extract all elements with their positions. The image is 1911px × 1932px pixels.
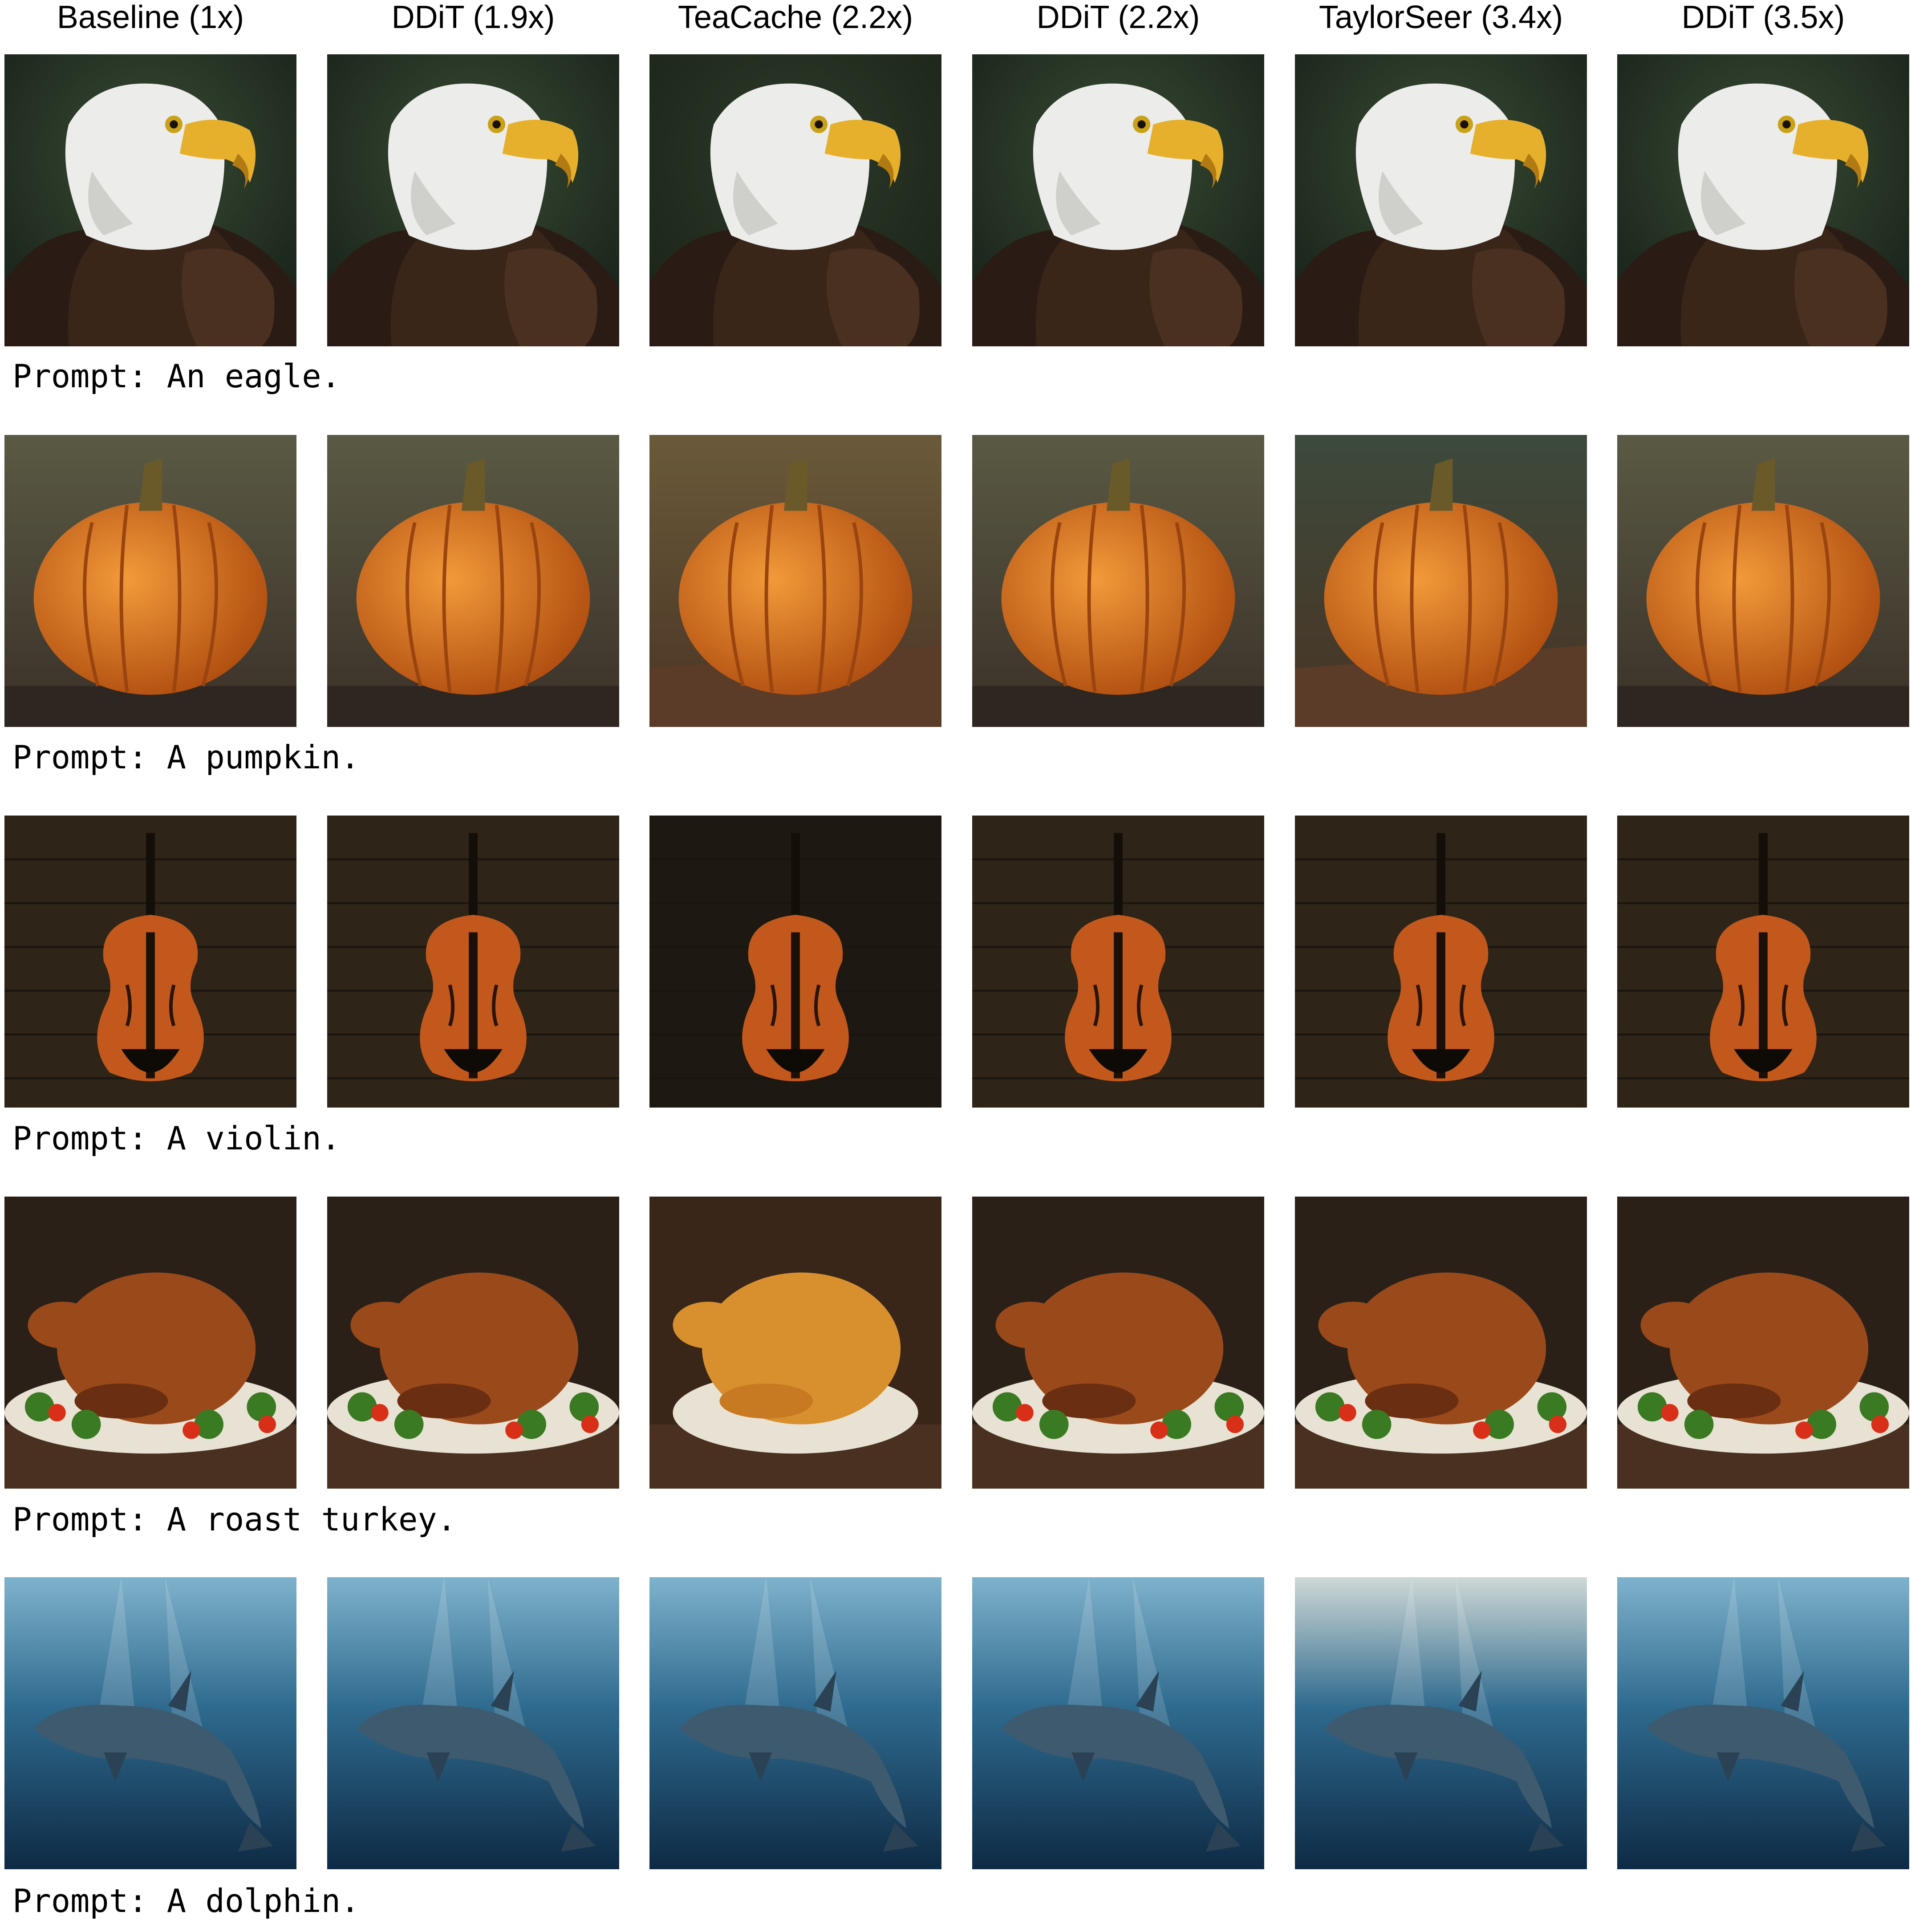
dolphin-image-ddit-1-9x — [327, 1577, 619, 1869]
pumpkin-image-teacache — [649, 435, 941, 727]
turkey-image-ddit-1-9x — [327, 1197, 619, 1489]
violin-image-taylorseer — [1295, 816, 1587, 1108]
turkey-image-ddit-2-2x — [972, 1197, 1264, 1489]
dolphin-image-ddit-2-2x — [972, 1577, 1264, 1869]
violin-image-baseline — [4, 816, 296, 1108]
turkey-image-ddit-3-5x — [1617, 1197, 1909, 1489]
eagle-image-taylorseer — [1295, 54, 1587, 346]
column-header-teacache: TeaCache (2.2x) — [678, 0, 913, 35]
dolphin-image-teacache — [649, 1577, 941, 1869]
pumpkin-image-ddit-1-9x — [327, 435, 619, 727]
turkey-image-baseline — [4, 1197, 296, 1489]
eagle-image-teacache — [649, 54, 941, 346]
column-header-ddit-1-9x: DDiT (1.9x) — [391, 0, 555, 35]
column-header-ddit-3-5x: DDiT (3.5x) — [1681, 0, 1845, 35]
column-header-taylorseer: TaylorSeer (3.4x) — [1319, 0, 1563, 35]
dolphin-image-taylorseer — [1295, 1577, 1587, 1869]
dolphin-image-ddit-3-5x — [1617, 1577, 1909, 1869]
column-header-ddit-2-2x: DDiT (2.2x) — [1036, 0, 1200, 35]
prompt-eagle: Prompt: An eagle. — [12, 357, 341, 395]
turkey-image-taylorseer — [1295, 1197, 1587, 1489]
pumpkin-image-ddit-3-5x — [1617, 435, 1909, 727]
prompt-turkey: Prompt: A roast turkey. — [12, 1501, 456, 1538]
prompt-violin: Prompt: A violin. — [12, 1120, 341, 1157]
violin-image-ddit-2-2x — [972, 816, 1264, 1108]
violin-image-ddit-3-5x — [1617, 816, 1909, 1108]
eagle-image-baseline — [4, 54, 296, 346]
eagle-image-ddit-2-2x — [972, 54, 1264, 346]
pumpkin-image-baseline — [4, 435, 296, 727]
eagle-image-ddit-3-5x — [1617, 54, 1909, 346]
prompt-dolphin: Prompt: A dolphin. — [12, 1882, 360, 1920]
turkey-image-teacache — [649, 1197, 941, 1489]
dolphin-image-baseline — [4, 1577, 296, 1869]
eagle-image-ddit-1-9x — [327, 54, 619, 346]
pumpkin-image-taylorseer — [1295, 435, 1587, 727]
column-header-baseline: Baseline (1x) — [57, 0, 244, 35]
violin-image-ddit-1-9x — [327, 816, 619, 1108]
pumpkin-image-ddit-2-2x — [972, 435, 1264, 727]
prompt-pumpkin: Prompt: A pumpkin. — [12, 739, 360, 776]
violin-image-teacache — [649, 816, 941, 1108]
